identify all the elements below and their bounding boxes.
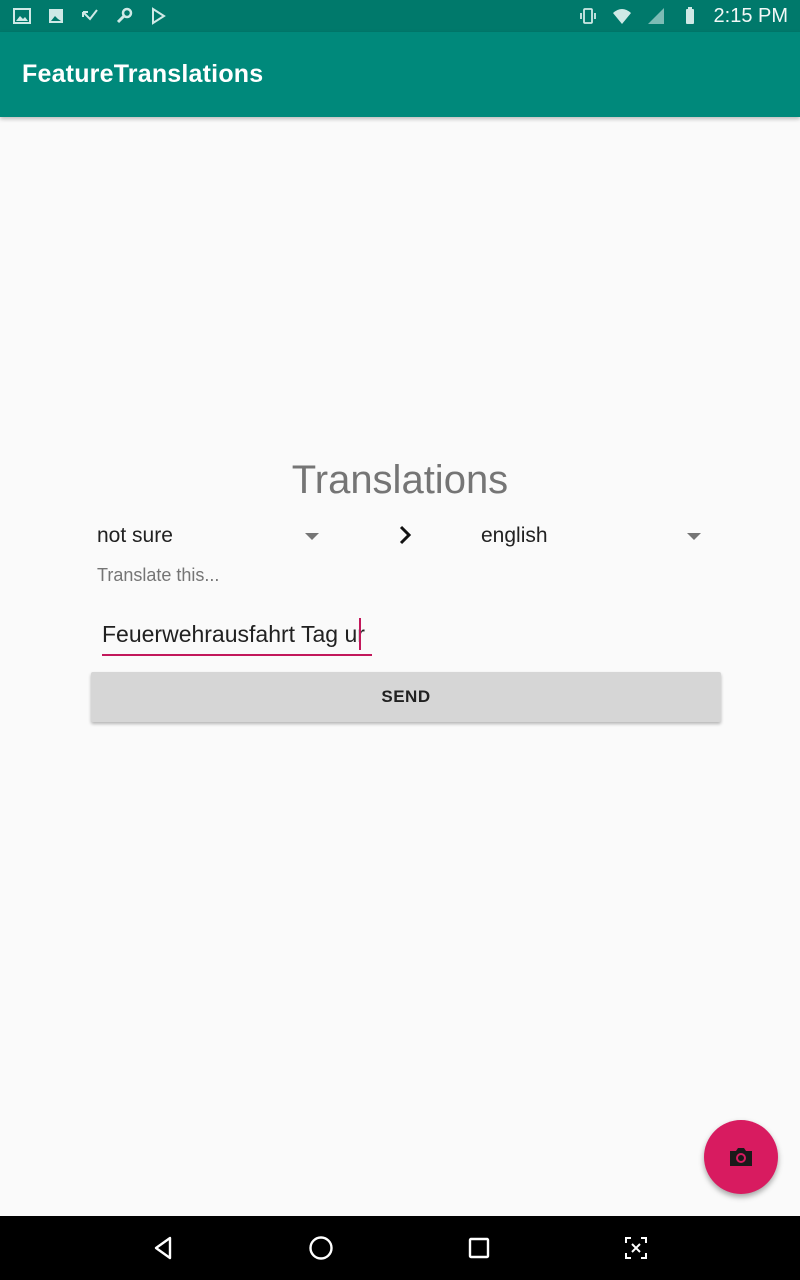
recents-button[interactable] xyxy=(449,1218,509,1278)
target-language-spinner[interactable]: english xyxy=(481,514,711,558)
missed-call-icon xyxy=(80,6,100,26)
wrench-icon xyxy=(114,6,134,26)
status-left-icons xyxy=(12,6,168,26)
source-language-value: not sure xyxy=(97,524,173,547)
status-right-icons: 2:15 PM xyxy=(578,5,788,28)
home-button[interactable] xyxy=(291,1218,351,1278)
recents-icon xyxy=(468,1237,489,1259)
play-store-icon xyxy=(148,6,168,26)
battery-icon xyxy=(680,6,700,26)
target-language-value: english xyxy=(481,524,548,547)
dropdown-caret-icon xyxy=(305,532,319,540)
screenshot-button[interactable] xyxy=(606,1218,666,1278)
translate-input-label: Translate this... xyxy=(97,565,220,585)
back-icon xyxy=(154,1236,171,1260)
translate-input-value: Feuerwehrausfahrt Tag ur xyxy=(102,620,365,647)
home-icon xyxy=(309,1236,333,1260)
status-time: 2:15 PM xyxy=(713,4,788,27)
back-button[interactable] xyxy=(134,1218,194,1278)
page-title: Translations xyxy=(291,458,509,502)
send-button[interactable]: SEND xyxy=(91,672,721,722)
image-icon xyxy=(12,6,32,26)
source-language-spinner[interactable]: not sure xyxy=(97,514,329,558)
app-bar: FeatureTranslations xyxy=(0,32,800,117)
vibrate-icon xyxy=(578,6,598,26)
navigation-bar xyxy=(0,1216,800,1280)
dropdown-caret-icon xyxy=(687,532,701,540)
wifi-icon xyxy=(612,6,632,26)
text-cursor xyxy=(358,618,361,650)
camera-icon xyxy=(730,1148,752,1166)
app-title: FeatureTranslations xyxy=(22,60,264,88)
status-bar: 2:15 PM xyxy=(0,0,800,32)
translate-input[interactable]: Feuerwehrausfahrt Tag ur xyxy=(102,614,372,656)
photo-icon xyxy=(46,6,66,26)
chevron-right-icon xyxy=(399,525,412,545)
screenshot-icon xyxy=(625,1237,648,1259)
signal-icon xyxy=(646,6,666,26)
camera-fab[interactable] xyxy=(704,1120,778,1194)
